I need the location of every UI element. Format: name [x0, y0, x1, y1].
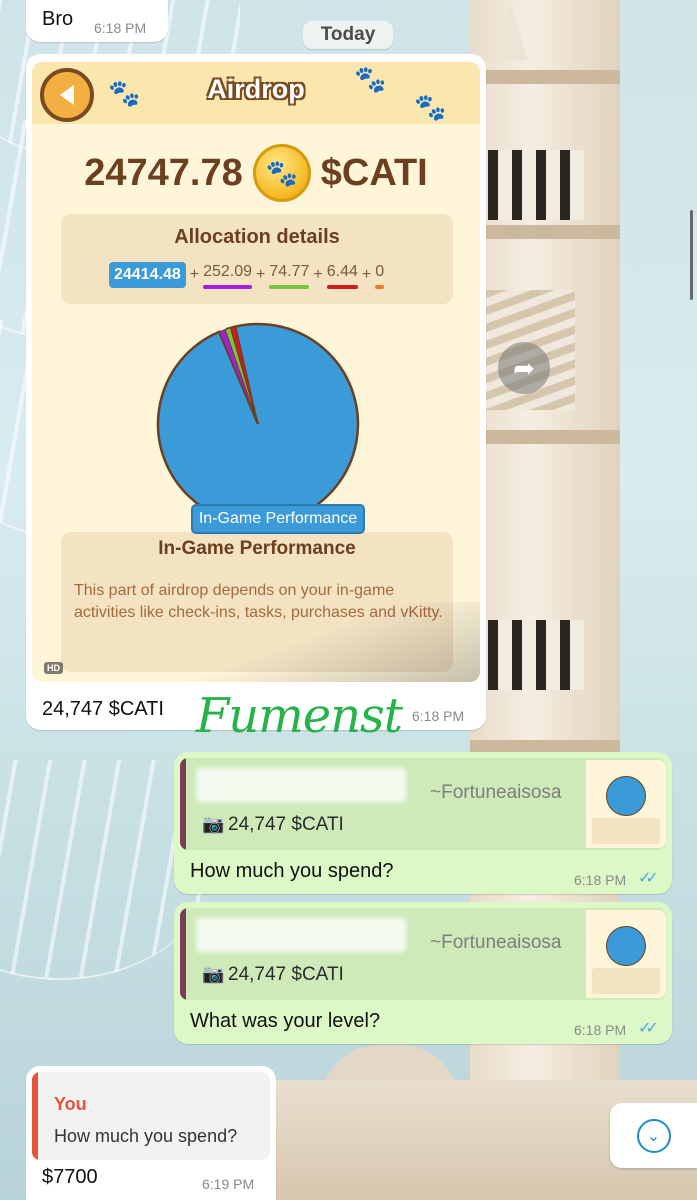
- message-bubble-outgoing[interactable]: ~Fortuneaisosa 📷 24,747 $CATI What was y…: [174, 902, 672, 1044]
- wallpaper-arches: [488, 620, 584, 690]
- allocation-color-bar: [269, 285, 310, 289]
- allocation-title: Allocation details: [174, 226, 340, 248]
- quoted-text: How much you spend?: [54, 1126, 238, 1146]
- scroll-to-bottom-button[interactable]: ⌄: [610, 1103, 697, 1168]
- plus-sign: +: [361, 266, 372, 283]
- message-bubble-incoming[interactable]: You How much you spend? $7700 6:19 PM: [26, 1066, 276, 1200]
- message-text: $7700: [42, 1166, 98, 1188]
- chevron-down-icon: ⌄: [636, 1118, 671, 1153]
- airdrop-amount: 24747.78: [84, 151, 243, 194]
- allocation-details-box: Allocation details 24414.48 + 252.09 + 7…: [61, 214, 453, 304]
- camera-icon: 📷: [202, 814, 225, 834]
- airdrop-amount-row: 24747.78 🐾 $CATI: [32, 144, 480, 202]
- read-receipt-icon: ✓✓: [638, 1020, 659, 1037]
- airdrop-screenshot-image[interactable]: 🐾 🐾 🐾 Airdrop 24747.78 🐾 $CATI Allocatio…: [32, 62, 480, 682]
- allocation-value-item: 0: [375, 263, 385, 289]
- handwritten-annotation: Fumenst: [196, 688, 403, 744]
- redacted-sender: [196, 768, 406, 802]
- thumbnail-box: [592, 968, 660, 994]
- plus-sign: +: [256, 266, 266, 283]
- quoted-author: You: [54, 1094, 87, 1114]
- quoted-text: 24,747 $CATI: [228, 814, 344, 835]
- image-caption: 24,747 $CATI: [42, 698, 164, 720]
- pie-label-pill: In-Game Performance: [191, 504, 365, 534]
- message-text: How much you spend?: [190, 860, 394, 882]
- airdrop-currency: $CATI: [320, 151, 428, 194]
- camera-icon: 📷: [202, 964, 225, 984]
- quoted-image-thumbnail: [586, 760, 666, 848]
- allocation-value: 74.77: [269, 263, 310, 280]
- allocation-pie-chart: [156, 322, 360, 512]
- allocation-value-item: 252.09: [203, 263, 253, 289]
- quote-stripe: [32, 1072, 38, 1160]
- paw-coin-icon: 🐾: [252, 144, 311, 202]
- allocation-values-row: 24414.48 + 252.09 + 74.77 + 6.44 + 0: [109, 262, 385, 289]
- plus-sign: +: [313, 266, 323, 283]
- message-time: 6:18 PM: [574, 1022, 627, 1038]
- wallpaper-band: [470, 225, 620, 239]
- allocation-color-bar: [203, 285, 253, 289]
- message-text: Bro: [42, 8, 74, 30]
- quoted-author: ~Fortuneaisosa: [430, 782, 562, 803]
- date-chip: Today: [303, 21, 393, 49]
- wallpaper-band: [470, 430, 620, 444]
- image-shadow: [32, 602, 480, 682]
- pie-slice: [156, 322, 360, 512]
- allocation-color-bar: [375, 285, 385, 289]
- message-time: 6:18 PM: [412, 708, 465, 724]
- redacted-sender: [196, 918, 406, 952]
- thumbnail-pie: [606, 926, 646, 966]
- quoted-message[interactable]: ~Fortuneaisosa 📷 24,747 $CATI: [180, 758, 666, 850]
- plus-sign: +: [189, 266, 200, 283]
- quoted-message[interactable]: ~Fortuneaisosa 📷 24,747 $CATI: [180, 908, 666, 1000]
- message-time: 6:18 PM: [574, 872, 627, 888]
- quoted-image-thumbnail: [586, 910, 666, 998]
- quote-stripe: [180, 908, 186, 1000]
- wallpaper-band: [470, 70, 620, 84]
- scrollbar[interactable]: [690, 210, 693, 300]
- allocation-value: 0: [375, 263, 385, 280]
- quoted-message[interactable]: You How much you spend?: [32, 1072, 270, 1160]
- allocation-value: 252.09: [203, 263, 253, 280]
- allocation-value: 24414.48: [109, 262, 186, 288]
- message-time: 6:19 PM: [202, 1176, 255, 1192]
- message-text: What was your level?: [190, 1010, 381, 1032]
- thumbnail-box: [592, 818, 660, 844]
- read-receipt-icon: ✓✓: [638, 870, 659, 887]
- message-time: 6:18 PM: [94, 20, 147, 36]
- quote-stripe: [180, 758, 186, 850]
- allocation-color-bar: [326, 285, 358, 289]
- allocation-value: 6.44: [326, 263, 358, 280]
- thumbnail-pie: [606, 776, 646, 816]
- message-bubble-incoming[interactable]: Bro 6:18 PM: [26, 0, 168, 42]
- allocation-value-item: 6.44: [326, 263, 358, 289]
- section-title: In-Game Performance: [158, 538, 356, 559]
- airdrop-title: Airdrop: [207, 74, 305, 104]
- quoted-text: 24,747 $CATI: [228, 964, 344, 985]
- hd-badge: HD: [44, 662, 63, 674]
- quoted-author: ~Fortuneaisosa: [430, 932, 562, 953]
- wallpaper-arches: [488, 150, 584, 220]
- message-bubble-outgoing[interactable]: ~Fortuneaisosa 📷 24,747 $CATI How much y…: [174, 752, 672, 894]
- allocation-value-item: 74.77: [269, 263, 310, 289]
- forward-share-icon[interactable]: ➦: [498, 342, 550, 394]
